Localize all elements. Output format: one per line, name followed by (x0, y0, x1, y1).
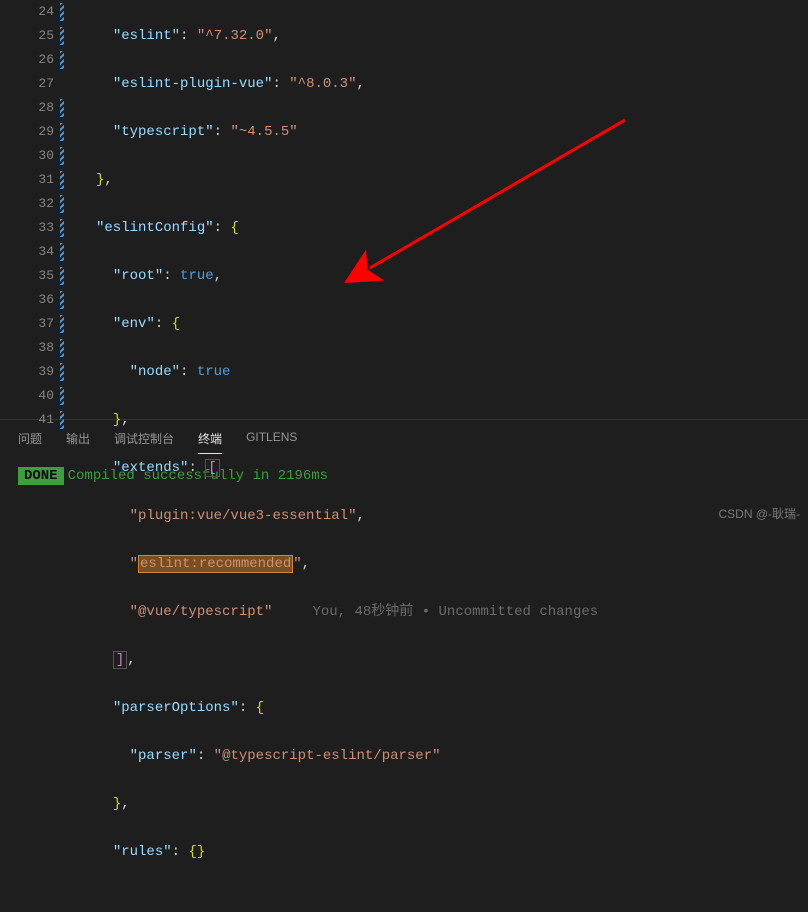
git-change-decoration (60, 195, 64, 213)
code-line: "rules": {} (96, 840, 808, 864)
git-change-decoration (60, 411, 64, 429)
line-number: 34 (0, 240, 54, 264)
gitlens-annotation: You, 48秒钟前 • Uncommitted changes (312, 604, 598, 620)
line-number: 37 (0, 312, 54, 336)
code-line: "eslint-plugin-vue": "^8.0.3", (96, 72, 808, 96)
line-number: 33 (0, 216, 54, 240)
git-change-decoration (60, 123, 64, 141)
line-number: 29 (0, 120, 54, 144)
line-number: 35 (0, 264, 54, 288)
code-content[interactable]: "eslint": "^7.32.0", "eslint-plugin-vue"… (72, 0, 808, 419)
highlighted-selection: eslint:recommended (138, 555, 293, 573)
git-change-decoration (60, 387, 64, 405)
code-line: }, (96, 792, 808, 816)
line-number: 31 (0, 168, 54, 192)
done-badge: DONE (18, 467, 64, 485)
git-change-decoration (60, 339, 64, 357)
code-line: ], (96, 648, 808, 672)
line-number: 27 (0, 72, 54, 96)
code-line: "root": true, (96, 264, 808, 288)
line-number: 36 (0, 288, 54, 312)
line-number: 25 (0, 24, 54, 48)
git-change-decoration (60, 291, 64, 309)
editor-area: 242526272829303132333435363738394041 "es… (0, 0, 808, 419)
line-number: 30 (0, 144, 54, 168)
git-change-decoration (60, 147, 64, 165)
git-change-decoration (60, 243, 64, 261)
line-number-gutter: 242526272829303132333435363738394041 (0, 0, 72, 419)
git-change-decoration (60, 219, 64, 237)
git-change-decoration (60, 27, 64, 45)
line-number: 39 (0, 360, 54, 384)
code-line: "eslintConfig": { (96, 216, 808, 240)
git-change-decoration (60, 99, 64, 117)
code-line: "env": { (96, 312, 808, 336)
git-change-decoration (60, 363, 64, 381)
panel-tab-输出[interactable]: 输出 (66, 430, 90, 454)
code-line: "node": true (96, 360, 808, 384)
line-number: 24 (0, 0, 54, 24)
code-line: "plugin:vue/vue3-essential", (96, 504, 808, 528)
code-line: "typescript": "~4.5.5" (96, 120, 808, 144)
git-change-decoration (60, 171, 64, 189)
code-line: "parser": "@typescript-eslint/parser" (96, 744, 808, 768)
line-number: 32 (0, 192, 54, 216)
code-line: "eslint:recommended", (96, 552, 808, 576)
panel-tab-问题[interactable]: 问题 (18, 430, 42, 454)
git-change-decoration (60, 51, 64, 69)
watermark: CSDN @-耿瑞- (718, 505, 800, 522)
git-change-decoration (60, 3, 64, 21)
code-line: }, (96, 408, 808, 432)
line-number: 28 (0, 96, 54, 120)
code-line: }, (96, 168, 808, 192)
code-line: "parserOptions": { (96, 696, 808, 720)
code-line: "@vue/typescript"You, 48秒钟前 • Uncommitte… (96, 600, 808, 624)
code-line: "extends": [ (96, 456, 808, 480)
line-number: 26 (0, 48, 54, 72)
line-number: 40 (0, 384, 54, 408)
line-number: 38 (0, 336, 54, 360)
line-number: 41 (0, 408, 54, 432)
code-line: "eslint": "^7.32.0", (96, 24, 808, 48)
git-change-decoration (60, 315, 64, 333)
git-change-decoration (60, 267, 64, 285)
